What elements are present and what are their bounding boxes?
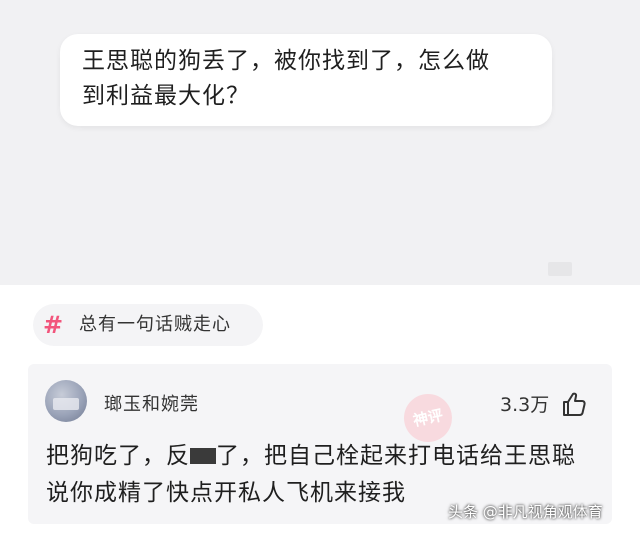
- avatar[interactable]: [45, 380, 87, 422]
- question-line-2: 到利益最大化？: [82, 83, 250, 109]
- comment-line-1: 把狗吃了，反 了，把自己栓起来打电话给王思聪: [46, 438, 606, 475]
- watermark: 头条 @非凡视角观体育: [448, 503, 603, 521]
- post-area: 王思聪的狗丢了，被你找到了，怎么做 到利益最大化？: [0, 0, 640, 285]
- question-text: 王思聪的狗丢了，被你找到了，怎么做 到利益最大化？: [82, 44, 538, 114]
- faded-mark: [548, 262, 572, 276]
- hash-icon: #: [43, 311, 64, 339]
- comment-line-1-part-2: 了，把自己栓起来打电话给王思聪: [216, 443, 576, 469]
- avatar-detail: [53, 398, 79, 410]
- like-count: 3.3万: [500, 394, 550, 416]
- topic-tag[interactable]: # 总有一句话贼走心: [33, 304, 263, 346]
- comment-text: 把狗吃了，反 了，把自己栓起来打电话给王思聪 说你成精了快点开私人飞机来接我: [46, 438, 606, 512]
- thumbs-up-icon[interactable]: [560, 390, 588, 418]
- comment-line-1-part-1: 把狗吃了，反: [46, 443, 190, 469]
- username[interactable]: 瑯玉和婉莞: [104, 393, 199, 417]
- redaction-block: [190, 448, 216, 464]
- question-line-1: 王思聪的狗丢了，被你找到了，怎么做: [82, 48, 490, 74]
- topic-label: 总有一句话贼走心: [79, 314, 231, 335]
- comment-card: 瑯玉和婉莞 神评 3.3万 把狗吃了，反 了，把自己栓起来打电话给王思聪 说你成精…: [28, 364, 612, 524]
- question-bubble: 王思聪的狗丢了，被你找到了，怎么做 到利益最大化？: [60, 34, 552, 126]
